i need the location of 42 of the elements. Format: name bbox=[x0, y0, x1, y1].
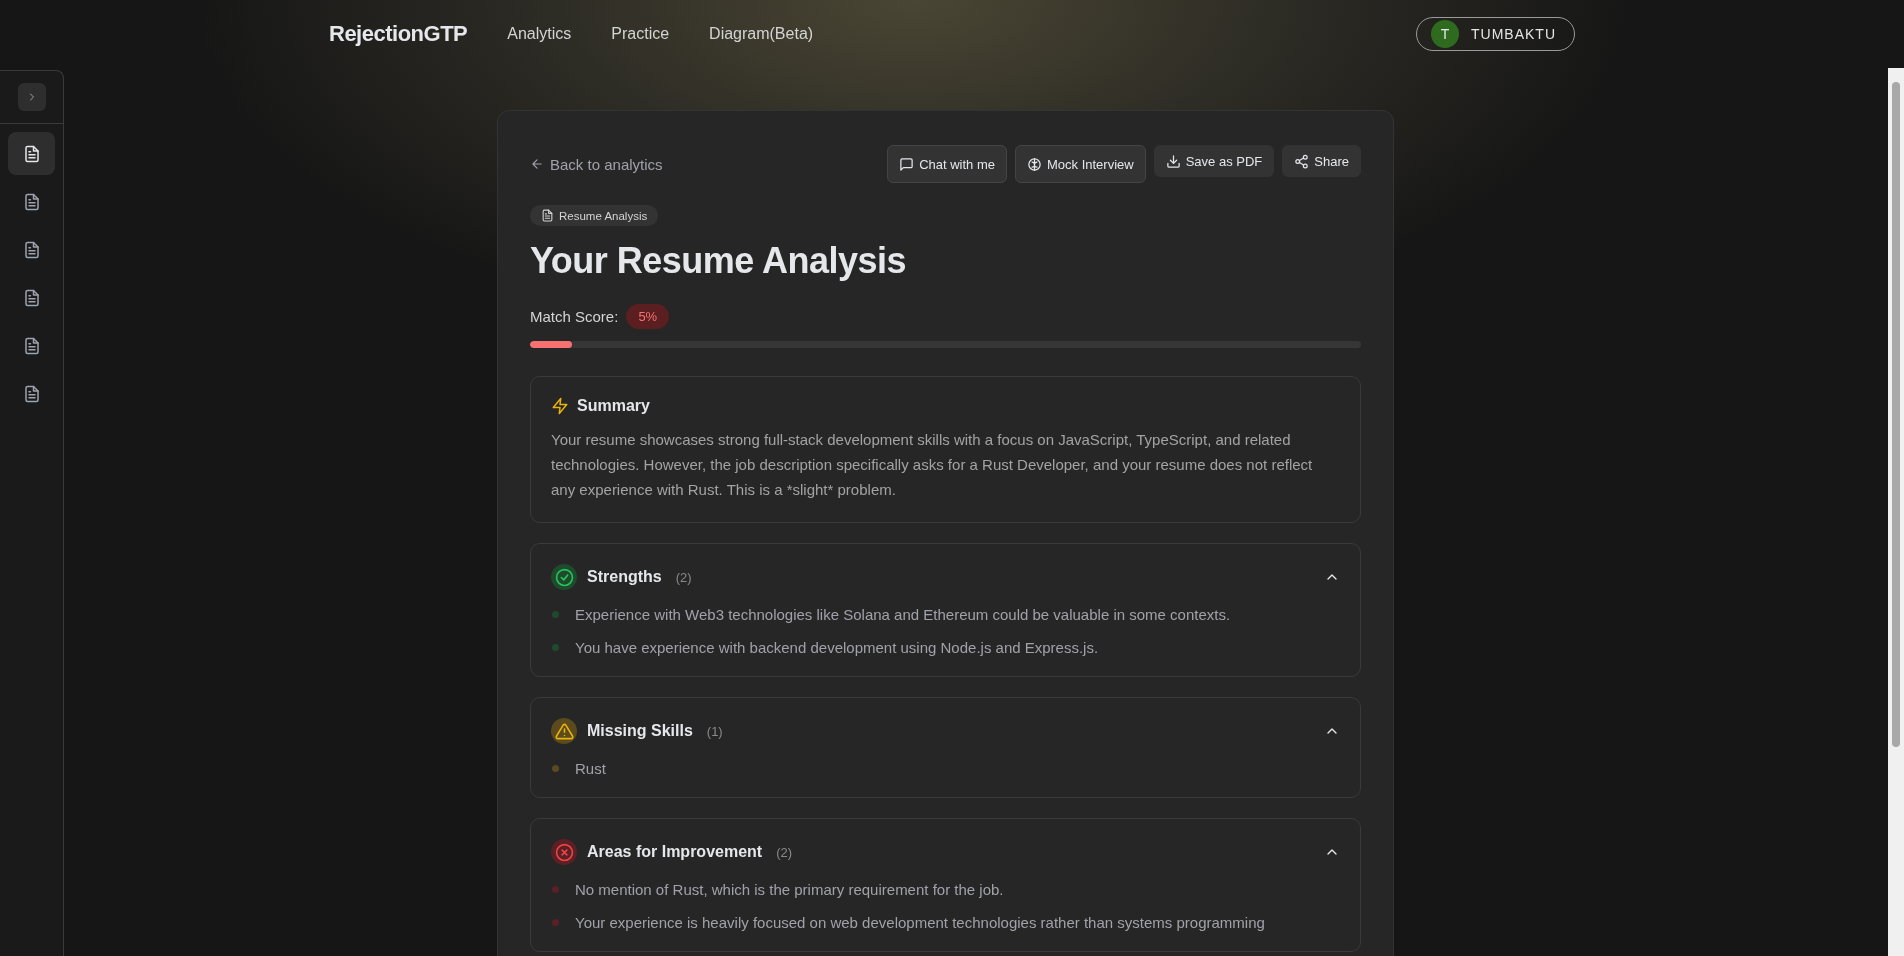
action-button[interactable]: Chat with me bbox=[887, 145, 1007, 183]
list-item-text: Rust bbox=[575, 760, 606, 777]
document-icon bbox=[22, 240, 41, 259]
action-button[interactable]: Save as PDF bbox=[1153, 145, 1275, 177]
document-icon bbox=[22, 144, 41, 163]
list-item-text: Your experience is heavily focused on web development technologies rather than systems programming bbox=[575, 914, 1265, 931]
document-icon bbox=[22, 288, 41, 307]
item-count: (1) bbox=[706, 723, 723, 739]
logo[interactable]: RejectionGTP bbox=[329, 21, 468, 47]
back-link[interactable]: Back to analytics bbox=[530, 155, 663, 173]
arrow-left-icon bbox=[530, 157, 544, 171]
download-icon bbox=[1165, 153, 1181, 169]
summary-text: Your resume showcases strong full-stack development skills with a focus on JavaScript, TypeScript, and related technologies. However, the job description specifically asks for a Rust Developer, and your resume does not reflect any experience with Rust. This is a *slight* problem. bbox=[551, 430, 1314, 500]
section-title: Areas for Improvement bbox=[587, 843, 763, 861]
nav-link[interactable]: Diagram(Beta) bbox=[709, 25, 814, 43]
share-icon bbox=[1294, 153, 1310, 169]
summary-title: Summary bbox=[577, 397, 650, 415]
action-button[interactable]: Mock Interview bbox=[1015, 145, 1146, 183]
page-title: Your Resume Analysis bbox=[530, 240, 908, 282]
list-item-text: No mention of Rust, which is the primary requirement for the job. bbox=[575, 881, 1004, 898]
nav-link[interactable]: Analytics bbox=[507, 25, 572, 43]
nav-link[interactable]: Practice bbox=[611, 25, 670, 43]
section-title: Strengths bbox=[587, 568, 662, 586]
section-title: Missing Skills bbox=[587, 722, 693, 740]
document-icon bbox=[22, 192, 41, 211]
document-icon bbox=[541, 209, 554, 222]
chat-icon bbox=[899, 156, 915, 172]
item-count: (2) bbox=[776, 844, 793, 860]
lightning-icon bbox=[551, 397, 569, 415]
action-button[interactable]: Share bbox=[1282, 145, 1361, 177]
document-button[interactable] bbox=[8, 132, 55, 175]
avatar: T bbox=[1431, 20, 1459, 48]
list-item-text: You have experience with backend development using Node.js and Express.js. bbox=[575, 639, 1099, 656]
match-score-value: 5% bbox=[626, 304, 670, 329]
document-icon bbox=[22, 384, 41, 403]
scrollbar[interactable] bbox=[1888, 68, 1904, 956]
document-icon bbox=[22, 336, 41, 355]
scrollbar-thumb[interactable] bbox=[1892, 82, 1900, 747]
badge-label: Resume Analysis bbox=[559, 209, 648, 222]
item-count: (2) bbox=[675, 569, 692, 585]
list-item-text: Experience with Web3 technologies like Solana and Ethereum could be valuable in some contexts. bbox=[575, 606, 1231, 623]
match-score-label: Match Score: bbox=[530, 308, 619, 325]
